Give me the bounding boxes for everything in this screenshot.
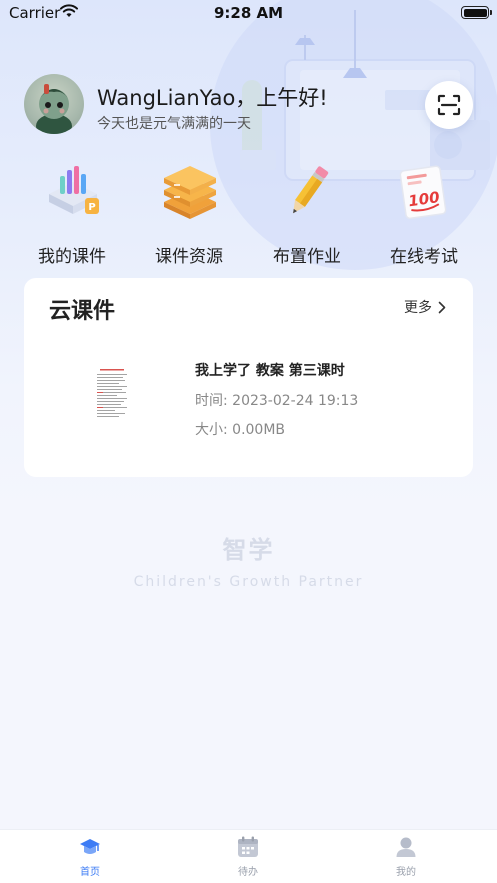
tab-todo[interactable]: 待办 <box>208 836 288 880</box>
chevron-right-icon <box>438 301 446 313</box>
tab-label: 待办 <box>238 867 258 878</box>
courseware-time: 时间: 2023-02-24 19:13 <box>195 393 359 409</box>
greeting-subtitle: 今天也是元气满满的一天 <box>97 116 251 132</box>
tab-label: 首页 <box>80 867 100 878</box>
more-link[interactable]: 更多 <box>404 297 446 317</box>
courseware-size: 大小: 0.00MB <box>195 422 286 438</box>
menu-courseware-resources[interactable]: 课件资源 <box>134 160 244 270</box>
section-title: 云课件 <box>49 299 116 324</box>
document-thumbnail-icon <box>94 366 130 426</box>
tab-label: 我的 <box>396 867 416 878</box>
menu-online-exam[interactable]: 100 在线考试 <box>369 160 479 270</box>
scan-button[interactable] <box>425 81 473 129</box>
menu-my-courseware[interactable]: P 我的课件 <box>17 160 127 270</box>
status-bar: Carrier 9:28 AM <box>0 0 497 26</box>
exam-paper-icon: 100 <box>399 165 447 220</box>
tab-home[interactable]: 首页 <box>50 836 130 880</box>
avatar-character-icon <box>36 84 72 134</box>
menu-label: 在线考试 <box>390 247 458 267</box>
menu-label: 我的课件 <box>38 247 106 267</box>
greeting-text: WangLianYao，上午好! <box>97 86 328 110</box>
tab-bar: 首页 待办 我的 <box>0 829 497 883</box>
menu-assign-homework[interactable]: 布置作业 <box>252 160 362 270</box>
svg-text:P: P <box>88 202 95 213</box>
home-cap-icon <box>80 839 100 854</box>
watermark-title: 智学 <box>222 536 275 564</box>
resource-stack-icon <box>164 166 216 219</box>
tab-mine[interactable]: 我的 <box>366 836 446 880</box>
watermark-subtitle: Children's Growth Partner <box>133 574 364 590</box>
avatar[interactable] <box>24 74 84 134</box>
cloud-courseware-card: 云课件 更多 我上学了 教案 第三课时 时间: 2023-02-24 19:13… <box>24 278 473 477</box>
more-label: 更多 <box>404 300 432 316</box>
courseware-name: 我上学了 教案 第三课时 <box>195 363 345 379</box>
battery-icon <box>461 6 492 19</box>
scan-icon <box>437 94 461 116</box>
courseware-icon: P <box>49 166 99 214</box>
user-icon <box>396 837 416 857</box>
menu-label: 布置作业 <box>273 247 341 267</box>
calendar-icon <box>238 836 258 857</box>
pencil-icon <box>293 166 329 214</box>
menu-label: 课件资源 <box>155 247 223 267</box>
clock-time: 9:28 AM <box>213 4 284 22</box>
